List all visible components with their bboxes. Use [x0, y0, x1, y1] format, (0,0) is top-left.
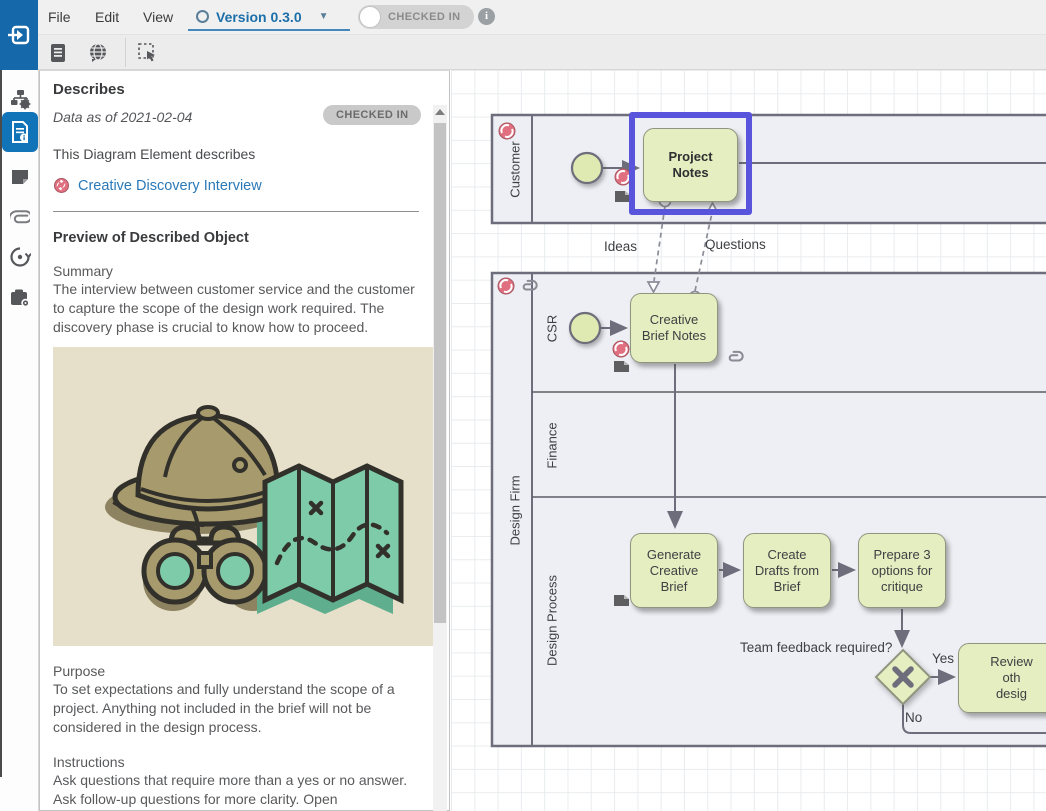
toolbar-separator [125, 38, 126, 67]
top-bar: File Edit View Version 0.3.0 ▼ CHECKED I… [0, 0, 1046, 70]
pool-label-customer: Customer [508, 130, 523, 210]
describes-panel-icon[interactable] [2, 112, 38, 152]
lane-label-design-process: Design Process [545, 571, 560, 671]
lane-label-csr: CSR [545, 309, 560, 349]
governance-icon[interactable] [3, 281, 36, 314]
attachments-icon[interactable] [3, 200, 36, 233]
task-creative-brief-notes[interactable]: Creative Brief Notes [630, 293, 718, 363]
history-icon[interactable] [3, 240, 36, 273]
preview-illustration [53, 347, 434, 646]
reuse-pink-icon [53, 177, 70, 194]
panel-scrollbar[interactable] [433, 105, 447, 811]
task-review-designs[interactable]: Review oth desig [958, 643, 1046, 713]
toolbar [38, 34, 1046, 70]
info-icon[interactable]: i [478, 8, 495, 25]
summary-text: The interview between customer service a… [53, 280, 425, 337]
no-label: No [905, 710, 922, 725]
instructions-label: Instructions [53, 754, 419, 770]
pool-label-design-firm: Design Firm [508, 468, 523, 554]
preview-heading: Preview of Described Object [53, 230, 419, 246]
panel-title: Describes [53, 81, 419, 98]
described-object-row[interactable]: Creative Discovery Interview [53, 177, 419, 194]
scroll-up-arrow[interactable] [435, 109, 445, 115]
message-label-questions: Questions [705, 237, 766, 252]
app-logo[interactable] [0, 0, 38, 70]
task-project-notes[interactable]: Project Notes [643, 128, 738, 202]
describes-intro: This Diagram Element describes [53, 146, 419, 162]
purpose-label: Purpose [53, 663, 419, 679]
checked-in-label: CHECKED IN [388, 11, 460, 23]
marquee-select-icon[interactable] [136, 41, 160, 65]
version-state-icon [196, 10, 209, 23]
scrollbar-thumb[interactable] [434, 123, 446, 623]
window-edge [0, 70, 2, 777]
describes-panel: Describes Data as of 2021-02-04 This Dia… [39, 70, 450, 811]
toggle-knob [359, 6, 381, 28]
version-selector[interactable]: Version 0.3.0 ▼ [188, 4, 350, 31]
menu-bar: File Edit View Version 0.3.0 ▼ CHECKED I… [38, 0, 1046, 34]
task-prepare-options[interactable]: Prepare 3 options for critique [858, 533, 946, 608]
start-event-csr[interactable] [570, 313, 600, 343]
yes-label: Yes [932, 651, 954, 666]
start-event-customer[interactable] [572, 153, 602, 183]
diagram-canvas[interactable]: Project Notes Creative Brief Notes Gener… [451, 70, 1046, 811]
document-tool-icon[interactable] [46, 41, 70, 65]
panel-divider [53, 211, 419, 212]
task-create-drafts[interactable]: Create Drafts from Brief [743, 533, 831, 608]
lane-label-finance: Finance [545, 416, 560, 476]
checked-in-toggle[interactable]: CHECKED IN [358, 5, 474, 29]
notes-icon[interactable] [3, 160, 36, 193]
version-label: Version 0.3.0 [216, 9, 302, 25]
purpose-text: To set expectations and fully understand… [53, 680, 425, 737]
message-label-ideas: Ideas [604, 239, 637, 254]
chevron-down-icon: ▼ [319, 11, 329, 22]
described-object-link[interactable]: Creative Discovery Interview [78, 178, 262, 194]
menu-edit[interactable]: Edit [95, 9, 119, 25]
comment-globe-icon[interactable] [86, 41, 110, 65]
model-settings-icon[interactable] [3, 82, 36, 115]
gateway-question-label: Team feedback required? [740, 640, 891, 655]
menu-file[interactable]: File [48, 9, 71, 25]
instructions-text: Ask questions that require more than a y… [53, 771, 425, 809]
summary-label: Summary [53, 263, 419, 279]
task-generate-creative-brief[interactable]: Generate Creative Brief [630, 533, 718, 608]
checked-in-badge: CHECKED IN [323, 105, 421, 125]
menu-view[interactable]: View [143, 9, 173, 25]
